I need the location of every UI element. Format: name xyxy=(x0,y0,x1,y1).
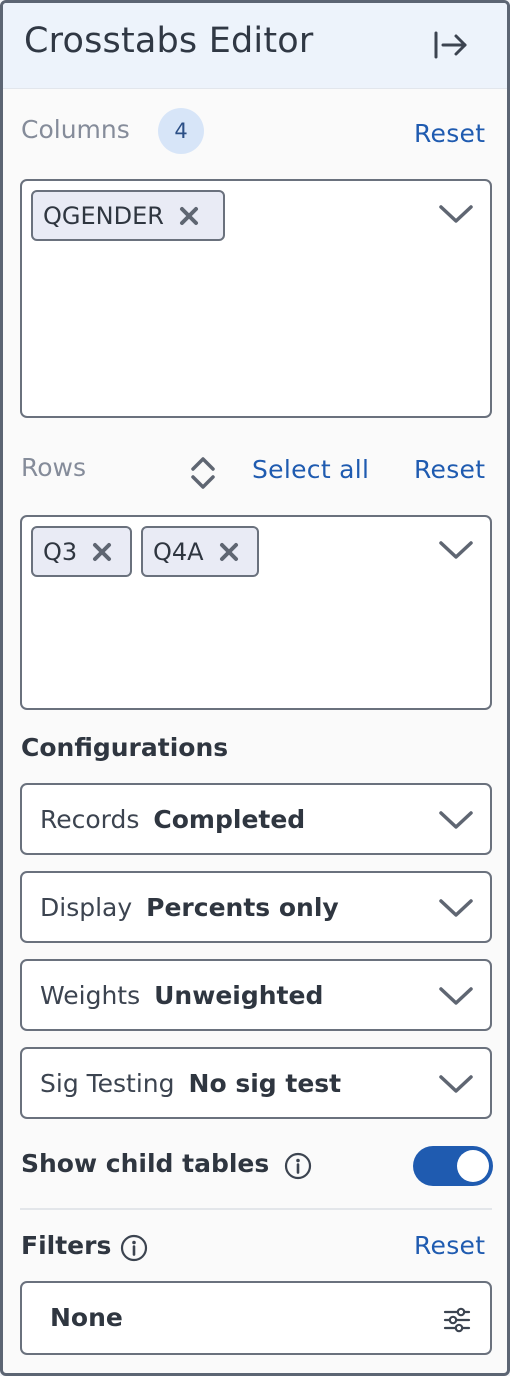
chip-label: Q3 xyxy=(43,537,78,566)
rows-selector[interactable]: Q3 Q4A xyxy=(20,515,492,710)
configurations-heading: Configurations xyxy=(21,733,229,762)
remove-chip-icon[interactable] xyxy=(91,541,113,563)
column-chip-qgender: QGENDER xyxy=(31,190,225,241)
dropdown-value: No sig test xyxy=(188,1068,342,1098)
rows-select-all-link[interactable]: Select all xyxy=(252,455,369,484)
dropdown-label: Display xyxy=(40,892,133,922)
rows-reset-link[interactable]: Reset xyxy=(414,455,485,484)
chevron-down-icon[interactable] xyxy=(438,539,474,561)
filters-value: None xyxy=(50,1303,123,1332)
dropdown-label: Records xyxy=(40,804,140,834)
rows-label: Rows xyxy=(21,453,87,482)
crosstabs-editor-panel: Crosstabs Editor Columns 4 Reset QGENDER… xyxy=(0,0,510,1376)
filters-label: Filters xyxy=(21,1231,112,1260)
info-icon[interactable] xyxy=(119,1233,149,1263)
chevron-down-icon xyxy=(439,899,473,917)
dropdown-label: Weights xyxy=(40,980,141,1010)
dropdown-label: Sig Testing xyxy=(40,1068,175,1098)
columns-reset-link[interactable]: Reset xyxy=(414,119,485,148)
chip-label: Q4A xyxy=(153,537,204,566)
dropdown-value: Completed xyxy=(153,804,306,834)
weights-dropdown[interactable]: Weights Unweighted xyxy=(20,959,492,1031)
sig-testing-dropdown[interactable]: Sig Testing No sig test xyxy=(20,1047,492,1119)
remove-chip-icon[interactable] xyxy=(218,541,240,563)
chevron-down-icon[interactable] xyxy=(438,203,474,225)
collapse-panel-button[interactable] xyxy=(431,25,471,65)
row-chip-q3: Q3 xyxy=(31,526,132,577)
show-child-tables-toggle[interactable] xyxy=(413,1146,493,1186)
remove-chip-icon[interactable] xyxy=(178,205,200,227)
divider xyxy=(20,1208,492,1210)
chip-label: QGENDER xyxy=(43,201,164,230)
records-dropdown[interactable]: Records Completed xyxy=(20,783,492,855)
panel-title: Crosstabs Editor xyxy=(24,21,314,61)
columns-selector[interactable]: QGENDER xyxy=(20,179,492,418)
columns-label: Columns xyxy=(21,115,130,144)
chevron-down-icon xyxy=(439,811,473,829)
collapse-right-icon xyxy=(434,31,467,59)
display-dropdown[interactable]: Display Percents only xyxy=(20,871,492,943)
columns-count-badge: 4 xyxy=(158,108,204,154)
row-chip-q4a: Q4A xyxy=(141,526,259,577)
toggle-knob xyxy=(457,1150,489,1182)
dropdown-value: Percents only xyxy=(146,892,339,922)
chevron-down-icon xyxy=(439,987,473,1005)
sort-icon[interactable] xyxy=(188,455,218,491)
filters-reset-link[interactable]: Reset xyxy=(414,1231,485,1260)
filters-selector[interactable]: None xyxy=(20,1281,492,1355)
show-child-tables-label: Show child tables xyxy=(21,1149,270,1178)
dropdown-value: Unweighted xyxy=(154,980,324,1010)
panel-header: Crosstabs Editor xyxy=(3,3,507,89)
chevron-down-icon xyxy=(439,1075,473,1093)
filter-sliders-icon xyxy=(443,1307,471,1333)
info-icon[interactable] xyxy=(283,1151,313,1181)
